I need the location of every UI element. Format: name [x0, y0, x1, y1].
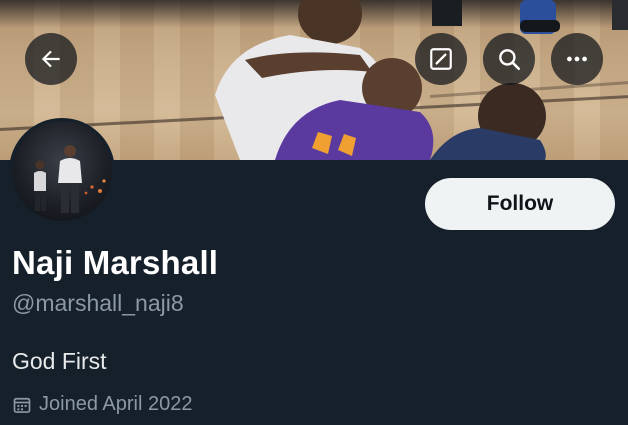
calendar-icon	[13, 397, 31, 413]
search-icon	[499, 49, 521, 71]
compose-icon	[430, 48, 452, 70]
avatar-image	[12, 121, 112, 221]
follow-button[interactable]: Follow	[425, 178, 615, 230]
joined-text: Joined April 2022	[39, 393, 193, 415]
arrow-left-icon	[41, 50, 60, 68]
joined-date: Joined April 2022	[12, 393, 192, 416]
avatar[interactable]	[9, 118, 115, 224]
user-handle: @marshall_naji8	[12, 290, 184, 316]
display-name: Naji Marshall	[12, 244, 219, 281]
avatar-illustration	[34, 145, 106, 213]
compose-button[interactable]	[415, 33, 467, 85]
search-button[interactable]	[483, 33, 535, 85]
bio-text: God First	[12, 348, 107, 374]
more-horizontal-icon	[567, 56, 587, 62]
more-button[interactable]	[551, 33, 603, 85]
back-button[interactable]	[25, 33, 77, 85]
